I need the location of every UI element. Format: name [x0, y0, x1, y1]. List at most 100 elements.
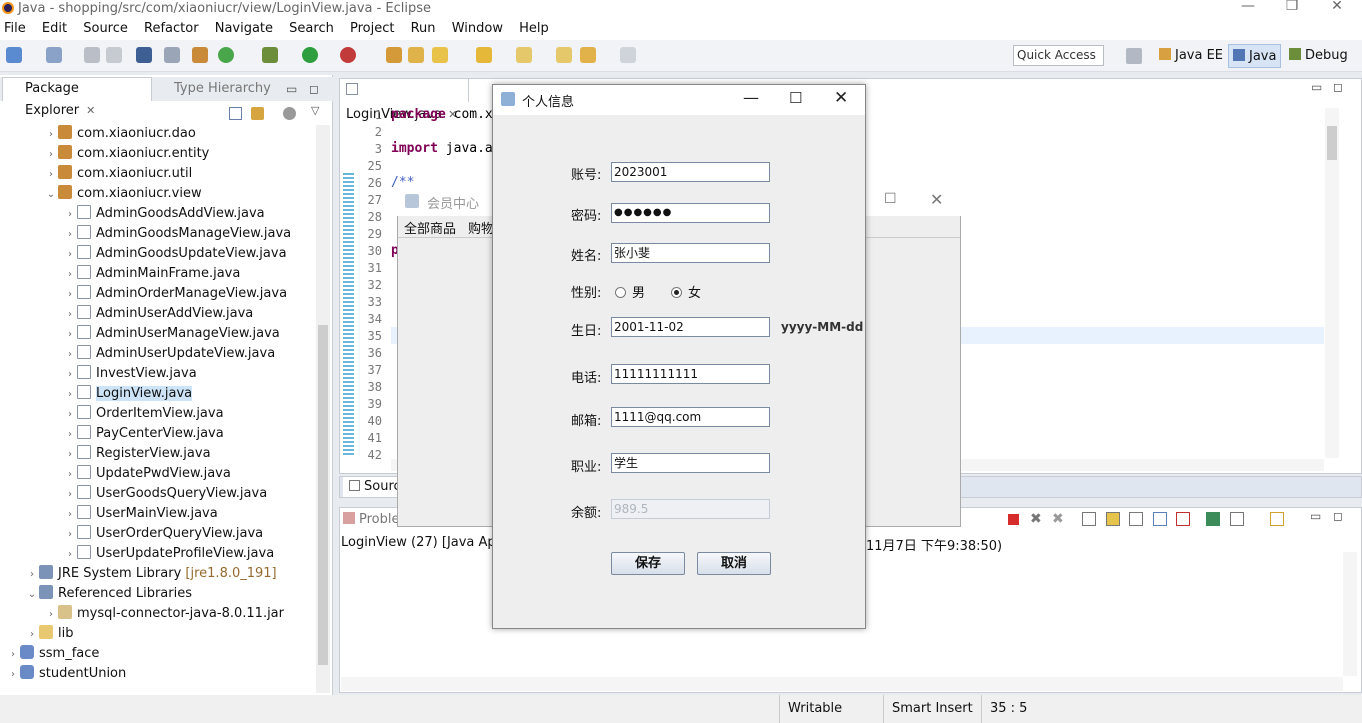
tree-item[interactable]: › com.xiaoniucr.entity — [44, 144, 209, 164]
clear-console-icon[interactable] — [1082, 512, 1096, 526]
pin-console-icon[interactable] — [1206, 512, 1220, 526]
chevron-right-icon[interactable]: › — [63, 285, 77, 305]
tab-package-explorer[interactable]: Package Explorer ✕ — [2, 77, 152, 118]
chevron-right-icon[interactable]: › — [63, 225, 77, 245]
chevron-right-icon[interactable]: › — [63, 405, 77, 425]
run-coverage-icon[interactable] — [340, 47, 356, 63]
account-input[interactable]: 2023001 — [611, 162, 770, 182]
view-menu-icon[interactable]: ▽ — [311, 104, 319, 117]
tree-item[interactable]: › AdminGoodsUpdateView.java — [63, 244, 287, 264]
chevron-right-icon[interactable]: › — [63, 485, 77, 505]
tab-type-hierarchy[interactable]: Type Hierarchy — [174, 77, 271, 101]
maximize-view-icon[interactable]: ◻ — [1333, 80, 1343, 94]
menu-all-goods[interactable]: 全部商品 — [404, 218, 456, 237]
chevron-right-icon[interactable]: › — [63, 365, 77, 385]
console-horizontal-scrollbar[interactable] — [341, 677, 1343, 691]
next-annotation-icon[interactable] — [476, 47, 492, 63]
phone-input[interactable]: 11111111111 — [611, 364, 770, 384]
perspective-debug[interactable]: Debug — [1285, 44, 1352, 68]
gender-female-radio[interactable]: 女 — [671, 282, 701, 301]
chevron-right-icon[interactable]: › — [6, 645, 20, 665]
tree-item[interactable]: › AdminUserUpdateView.java — [63, 344, 275, 364]
tree-item[interactable]: › UserUpdateProfileView.java — [63, 544, 274, 564]
tree-item[interactable]: › RegisterView.java — [63, 444, 211, 464]
tree-item[interactable]: › ssm_face — [6, 644, 99, 664]
scrollbar-thumb[interactable] — [1327, 126, 1337, 160]
tree-item[interactable]: › InvestView.java — [63, 364, 197, 384]
menu-file[interactable]: File — [4, 18, 26, 40]
chevron-right-icon[interactable]: › — [63, 545, 77, 565]
menu-search[interactable]: Search — [289, 18, 334, 40]
tree-item[interactable]: › mysql-connector-java-8.0.11.jar — [44, 604, 284, 624]
pen-icon[interactable] — [432, 47, 448, 63]
tree-item[interactable]: › AdminOrderManageView.java — [63, 284, 287, 304]
tree-item[interactable]: › AdminMainFrame.java — [63, 264, 240, 284]
chevron-right-icon[interactable]: › — [44, 125, 58, 145]
chevron-right-icon[interactable]: › — [6, 665, 20, 685]
save-button[interactable]: 保存 — [611, 552, 685, 575]
chevron-right-icon[interactable]: › — [63, 425, 77, 445]
menu-window[interactable]: Window — [452, 18, 503, 40]
open-folder-icon[interactable] — [408, 47, 424, 63]
terminal-icon[interactable] — [136, 47, 152, 63]
refresh-icon[interactable] — [218, 47, 234, 63]
tree-item-selected[interactable]: › LoginView.java — [63, 384, 193, 405]
run-icon[interactable] — [302, 47, 318, 63]
menu-source[interactable]: Source — [83, 18, 128, 40]
tree-item[interactable]: › AdminUserManageView.java — [63, 324, 280, 344]
chevron-right-icon[interactable]: › — [44, 145, 58, 165]
close-icon[interactable]: ✕ — [1327, 0, 1347, 14]
word-wrap-icon[interactable] — [1129, 512, 1143, 526]
tree-item[interactable]: › JRE System Library [jre1.8.0_191] — [25, 564, 277, 584]
chevron-right-icon[interactable]: › — [63, 265, 77, 285]
minimize-icon[interactable]: — — [743, 88, 759, 107]
remove-launch-icon[interactable]: ✖ — [1030, 511, 1042, 527]
chevron-right-icon[interactable]: › — [63, 385, 77, 405]
tree-item[interactable]: › AdminUserAddView.java — [63, 304, 253, 324]
tree-item[interactable]: › UserMainView.java — [63, 504, 218, 524]
perspective-java[interactable]: Java — [1228, 44, 1282, 68]
maximize-icon[interactable]: ☐ — [884, 191, 897, 207]
radio-button-selected[interactable] — [671, 287, 682, 298]
chevron-right-icon[interactable]: › — [63, 325, 77, 345]
forward-icon[interactable] — [620, 47, 636, 63]
menu-refactor[interactable]: Refactor — [144, 18, 199, 40]
menu-shopping[interactable]: 购物 — [468, 218, 494, 237]
minimize-view-icon[interactable]: ▭ — [1311, 80, 1322, 94]
tree-item[interactable]: › AdminGoodsManageView.java — [63, 224, 291, 244]
chevron-down-icon[interactable]: ⌄ — [44, 185, 58, 205]
back-icon[interactable] — [580, 47, 596, 63]
chevron-right-icon[interactable]: › — [44, 165, 58, 185]
chevron-right-icon[interactable]: › — [63, 465, 77, 485]
menu-help[interactable]: Help — [519, 18, 549, 40]
tree-item[interactable]: › AdminGoodsAddView.java — [63, 204, 265, 224]
birthday-input[interactable]: 2001-11-02 — [611, 317, 770, 337]
terminate-icon[interactable] — [1008, 514, 1019, 525]
minimize-view-icon[interactable]: ▭ — [286, 82, 297, 96]
save-all-icon[interactable] — [106, 47, 122, 63]
last-edit-icon[interactable] — [556, 47, 572, 63]
tree-item[interactable]: › OrderItemView.java — [63, 404, 224, 424]
tree-item[interactable]: › UpdatePwdView.java — [63, 464, 231, 484]
scrollbar-thumb[interactable] — [318, 325, 328, 665]
skip-breakpoints-icon[interactable] — [164, 47, 180, 63]
close-icon[interactable]: ✕ — [834, 88, 848, 108]
tree-item[interactable]: › studentUnion — [6, 664, 126, 684]
tree-item[interactable]: › UserOrderQueryView.java — [63, 524, 263, 544]
close-icon[interactable]: ✕ — [86, 104, 95, 117]
save-icon[interactable] — [84, 47, 100, 63]
tab-loginview[interactable]: LoginView.java ✕ — [339, 78, 469, 122]
chevron-right-icon[interactable]: › — [63, 345, 77, 365]
menu-project[interactable]: Project — [350, 18, 394, 40]
close-icon[interactable]: ✕ — [930, 190, 943, 209]
chevron-right-icon[interactable]: › — [25, 625, 39, 645]
maximize-view-icon[interactable]: ◻ — [1333, 509, 1343, 523]
tab-problems[interactable]: Proble — [343, 510, 400, 530]
menu-navigate[interactable]: Navigate — [215, 18, 273, 40]
package-explorer-scrollbar[interactable] — [316, 125, 330, 693]
open-type-icon[interactable] — [386, 47, 402, 63]
cancel-button[interactable]: 取消 — [697, 552, 771, 575]
name-input[interactable]: 张小斐 — [611, 243, 770, 263]
minimize-icon[interactable]: — — [1238, 0, 1258, 14]
perspective-java-ee[interactable]: Java EE — [1155, 44, 1227, 68]
